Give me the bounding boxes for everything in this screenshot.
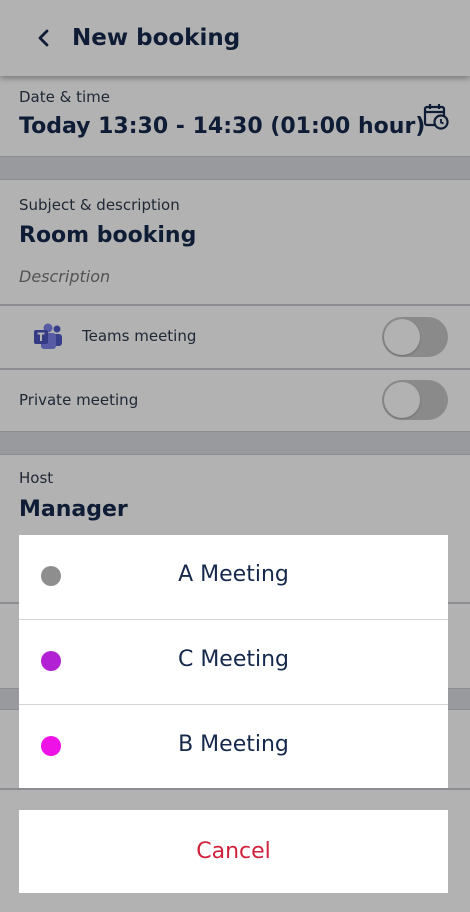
meeting-type-picker: A Meeting C Meeting B Meeting <box>19 535 448 788</box>
option-label: C Meeting <box>177 647 290 672</box>
option-a-meeting[interactable]: A Meeting <box>19 535 448 619</box>
option-b-meeting[interactable]: B Meeting <box>19 705 448 789</box>
option-label: A Meeting <box>178 562 289 587</box>
option-label: B Meeting <box>178 732 289 757</box>
cancel-button[interactable]: Cancel <box>19 810 448 893</box>
option-c-meeting[interactable]: C Meeting <box>19 620 448 704</box>
